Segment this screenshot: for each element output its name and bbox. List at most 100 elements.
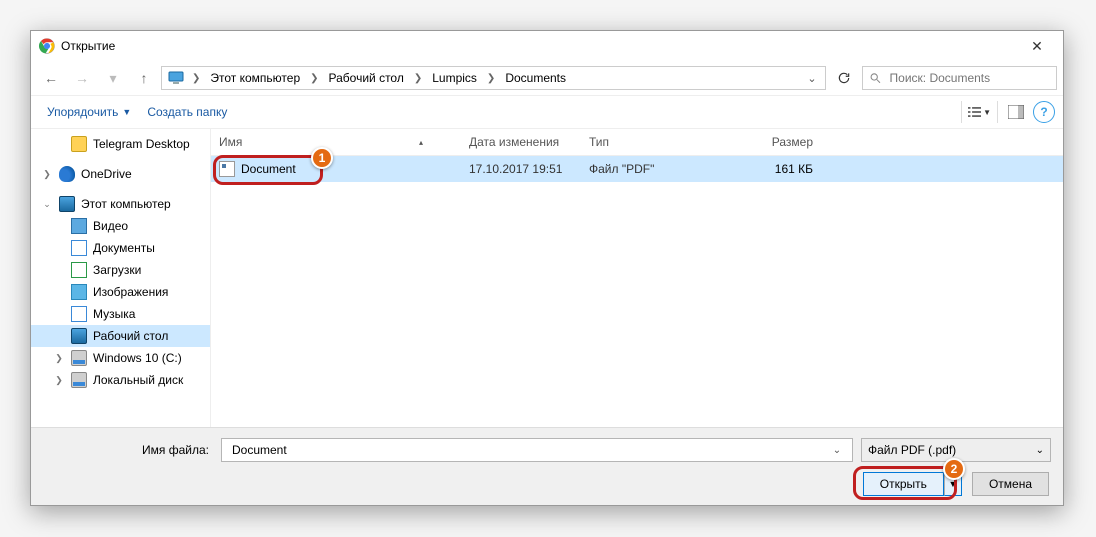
refresh-icon [837,71,851,85]
list-view-icon [968,105,981,119]
sidebar-item-this-pc[interactable]: ⌄ Этот компьютер [31,193,210,215]
chevron-right-icon: ❯ [41,169,53,180]
filter-label: Файл PDF (.pdf) [868,443,1036,457]
annotation-badge-1: 1 [311,147,333,169]
help-button[interactable]: ? [1033,101,1055,123]
pictures-icon [71,284,87,300]
film-icon [71,218,87,234]
chevron-down-icon: ▼ [122,107,131,117]
preview-pane-icon [1008,105,1024,119]
breadcrumb-history-button[interactable]: ⌄ [803,68,821,88]
file-type: Файл "PDF" [581,157,721,181]
breadcrumb-segment[interactable]: Documents [501,69,570,87]
sidebar-item-label: Windows 10 (C:) [93,351,182,365]
chevron-down-icon: ⌄ [41,199,53,210]
titlebar: Открытие ✕ [31,31,1063,61]
chevron-right-icon: ❯ [53,353,65,364]
file-size: 161 КБ [721,157,821,181]
breadcrumb[interactable]: ❯ Этот компьютер ❯ Рабочий стол ❯ Lumpic… [161,66,826,90]
breadcrumb-segment[interactable]: Lumpics [428,69,481,87]
filename-combobox[interactable]: ⌄ [221,438,853,462]
search-icon [869,71,882,85]
nav-forward-button[interactable]: → [68,64,96,92]
sidebar-item-pictures[interactable]: Изображения [31,281,210,303]
breadcrumb-segment[interactable]: Рабочий стол [325,69,408,87]
breadcrumb-segment[interactable]: Этот компьютер [206,69,304,87]
view-options-button[interactable]: ▼ [961,101,991,123]
disk-icon [71,350,87,366]
open-file-dialog: Открытие ✕ ← → ▾ ↑ ❯ Этот компьютер ❯ Ра… [30,30,1064,506]
cancel-button[interactable]: Отмена [972,472,1049,496]
sidebar-item-desktop[interactable]: Рабочий стол [31,325,210,347]
download-icon [71,262,87,278]
preview-pane-button[interactable] [997,101,1027,123]
sidebar-item-music[interactable]: Музыка [31,303,210,325]
address-bar-row: ← → ▾ ↑ ❯ Этот компьютер ❯ Рабочий стол … [31,61,1063,95]
chevron-right-icon: ❯ [306,73,322,84]
column-header-name[interactable]: Имя▴ [211,129,461,155]
nav-recent-button[interactable]: ▾ [99,64,127,92]
documents-icon [71,240,87,256]
sidebar-item-label: Этот компьютер [81,197,171,211]
file-name: Document [241,162,296,176]
window-close-button[interactable]: ✕ [1015,31,1059,61]
list-header: Имя▴ Дата изменения Тип Размер [211,129,1063,156]
chevron-right-icon: ❯ [483,73,499,84]
column-header-type[interactable]: Тип [581,129,721,155]
filename-input[interactable] [230,442,828,458]
search-input[interactable] [888,70,1050,86]
sidebar: Telegram Desktop ❯ OneDrive ⌄ Этот компьют… [31,129,211,427]
sidebar-item-onedrive[interactable]: ❯ OneDrive [31,163,210,185]
pc-icon [168,70,184,86]
chevron-right-icon: ❯ [53,375,65,386]
chevron-right-icon: ❯ [410,73,426,84]
pdf-file-icon [219,161,235,177]
sidebar-item-local-disk[interactable]: ❯Локальный диск [31,369,210,391]
sidebar-item-label: OneDrive [81,167,132,181]
sidebar-item-videos[interactable]: Видео [31,215,210,237]
sort-ascending-icon: ▴ [419,138,453,147]
footer: Имя файла: ⌄ Файл PDF (.pdf) ⌄ Открыть ▼… [31,427,1063,505]
sidebar-item-label: Загрузки [93,263,141,277]
sidebar-item-windows-c[interactable]: ❯ Windows 10 (C:) [31,347,210,369]
onedrive-icon [59,166,75,182]
window-title: Открытие [61,39,115,53]
nav-up-button[interactable]: ↑ [130,64,158,92]
file-row[interactable]: Document 17.10.2017 19:51 Файл "PDF" 161… [211,156,1063,182]
chevron-right-icon: ❯ [188,73,204,84]
sidebar-item-label: Изображения [93,285,168,299]
filename-label: Имя файла: [43,443,213,457]
pc-icon [59,196,75,212]
organize-button[interactable]: Упорядочить ▼ [39,101,139,123]
sidebar-item-label: Музыка [93,307,135,321]
annotation-badge-2: 2 [943,458,965,480]
help-icon: ? [1040,105,1047,119]
file-list: Имя▴ Дата изменения Тип Размер Document … [211,129,1063,427]
chevron-down-icon: ▼ [983,108,991,117]
column-header-size[interactable]: Размер [721,129,821,155]
chevron-down-icon: ⌄ [1036,445,1044,456]
organize-label: Упорядочить [47,105,118,119]
new-folder-label: Создать папку [147,105,227,119]
file-date: 17.10.2017 19:51 [461,157,581,181]
refresh-button[interactable] [831,67,857,89]
music-icon [71,306,87,322]
chrome-logo-icon [39,38,55,54]
chevron-down-icon[interactable]: ⌄ [828,445,846,456]
nav-back-button[interactable]: ← [37,64,65,92]
sidebar-item-telegram-desktop[interactable]: Telegram Desktop [31,133,210,155]
open-button[interactable]: Открыть [863,472,944,496]
sidebar-item-label: Видео [93,219,128,233]
sidebar-item-label: Telegram Desktop [93,137,190,151]
sidebar-item-documents[interactable]: Документы [31,237,210,259]
search-box[interactable] [862,66,1057,90]
new-folder-button[interactable]: Создать папку [139,101,235,123]
toolbar: Упорядочить ▼ Создать папку ▼ ? [31,95,1063,129]
folder-icon [71,136,87,152]
desktop-icon [71,328,87,344]
column-header-date[interactable]: Дата изменения [461,129,581,155]
sidebar-item-label: Рабочий стол [93,329,168,343]
sidebar-item-downloads[interactable]: Загрузки [31,259,210,281]
disk-icon [71,372,87,388]
sidebar-item-label: Документы [93,241,155,255]
